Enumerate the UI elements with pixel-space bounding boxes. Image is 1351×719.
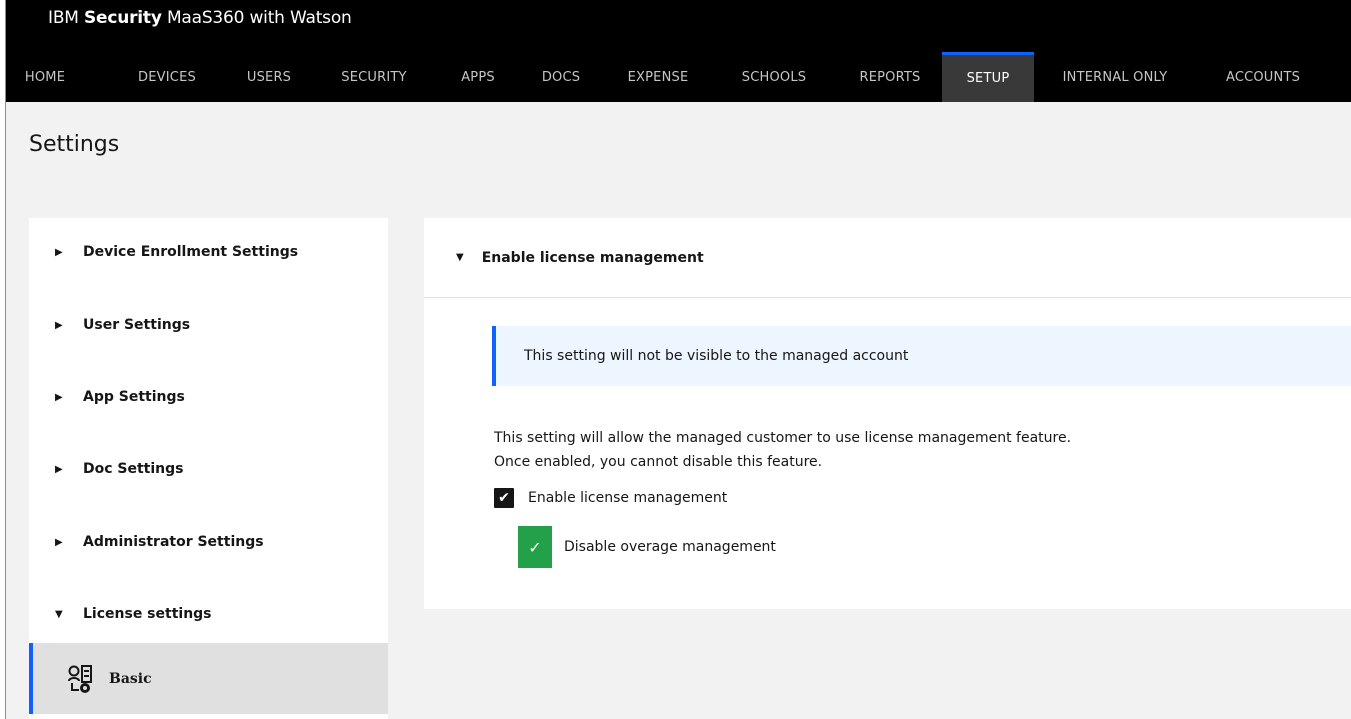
nav-apps[interactable]: APPS bbox=[446, 52, 510, 102]
sidebar-item-administrator-settings[interactable]: ▶ Administrator Settings bbox=[29, 522, 388, 562]
license-settings-icon bbox=[68, 664, 92, 693]
sidebar-item-license-settings[interactable]: ▼ License settings bbox=[29, 594, 388, 634]
nav-setup[interactable]: SETUP bbox=[942, 52, 1034, 102]
app-title: IBM Security MaaS360 with Watson bbox=[48, 8, 352, 28]
disable-overage-row: ✓ Disable overage management bbox=[518, 526, 776, 568]
sidebar-item-user-settings[interactable]: ▶ User Settings bbox=[29, 305, 388, 345]
nav-expense[interactable]: EXPENSE bbox=[610, 52, 706, 102]
nav-devices[interactable]: DEVICES bbox=[124, 52, 210, 102]
license-panel: ▼ Enable license management This setting… bbox=[424, 218, 1351, 609]
enable-license-checkbox[interactable]: ✔ bbox=[494, 488, 514, 508]
sidebar-subitem-label: Basic bbox=[109, 670, 152, 687]
nav-home[interactable]: HOME bbox=[6, 52, 84, 102]
page-title: Settings bbox=[29, 132, 120, 157]
caret-right-icon: ▶ bbox=[55, 391, 63, 403]
nav-reports[interactable]: REPORTS bbox=[840, 52, 940, 102]
setting-description: This setting will allow the managed cust… bbox=[494, 430, 1072, 470]
caret-down-icon: ▼ bbox=[55, 608, 63, 620]
settings-sidebar: ▶ Device Enrollment Settings ▶ User Sett… bbox=[29, 218, 388, 719]
enable-license-label[interactable]: Enable license management bbox=[528, 490, 727, 506]
disable-overage-label[interactable]: Disable overage management bbox=[564, 539, 776, 555]
caret-right-icon: ▶ bbox=[55, 463, 63, 475]
section-header[interactable]: ▼ Enable license management bbox=[424, 218, 1351, 298]
nav-internal-only[interactable]: INTERNAL ONLY bbox=[1040, 52, 1190, 102]
caret-right-icon: ▶ bbox=[55, 536, 63, 548]
caret-down-icon: ▼ bbox=[456, 252, 464, 263]
caret-right-icon: ▶ bbox=[55, 319, 63, 331]
nav-accounts[interactable]: ACCOUNTS bbox=[1204, 52, 1322, 102]
app-frame: IBM Security MaaS360 with Watson HOME DE… bbox=[5, 0, 1351, 719]
enable-license-row: ✔ Enable license management bbox=[494, 488, 727, 508]
caret-right-icon: ▶ bbox=[55, 246, 63, 258]
sidebar-item-doc-settings[interactable]: ▶ Doc Settings bbox=[29, 449, 388, 489]
top-nav: HOME DEVICES USERS SECURITY APPS DOCS EX… bbox=[6, 52, 1351, 102]
nav-users[interactable]: USERS bbox=[231, 52, 307, 102]
nav-security[interactable]: SECURITY bbox=[326, 52, 422, 102]
nav-docs[interactable]: DOCS bbox=[529, 52, 593, 102]
brand-bar: IBM Security MaaS360 with Watson bbox=[6, 0, 1351, 52]
disable-overage-checkbox[interactable]: ✓ bbox=[518, 526, 552, 568]
sidebar-item-device-enrollment[interactable]: ▶ Device Enrollment Settings bbox=[29, 232, 388, 272]
nav-schools[interactable]: SCHOOLS bbox=[724, 52, 824, 102]
sidebar-item-app-settings[interactable]: ▶ App Settings bbox=[29, 377, 388, 417]
sidebar-subitem-basic[interactable]: Basic bbox=[29, 643, 388, 714]
section-title: Enable license management bbox=[481, 249, 704, 266]
info-notice: This setting will not be visible to the … bbox=[492, 326, 1351, 386]
